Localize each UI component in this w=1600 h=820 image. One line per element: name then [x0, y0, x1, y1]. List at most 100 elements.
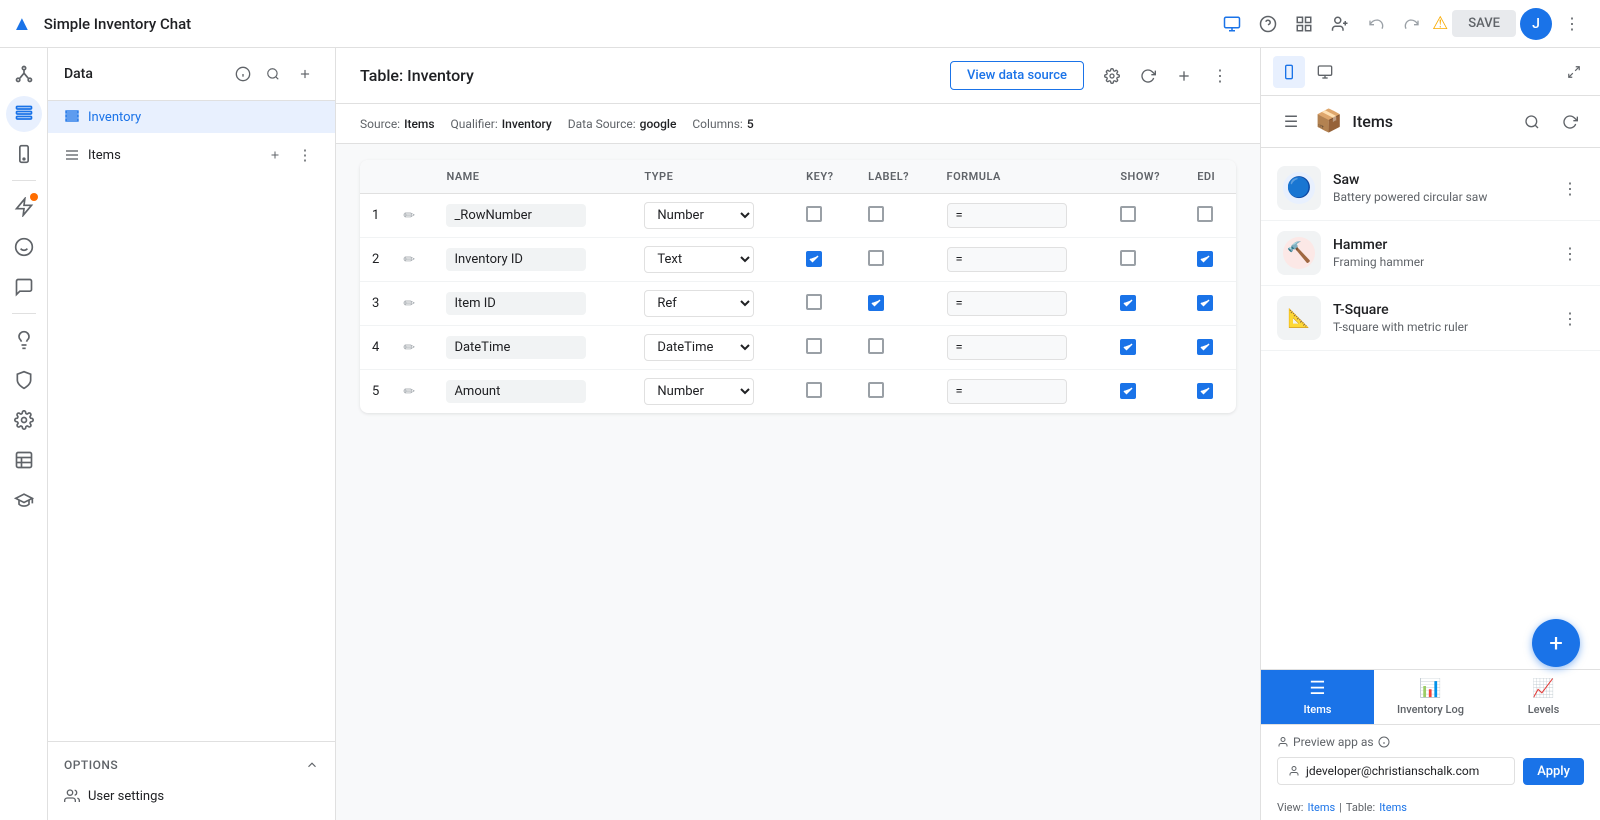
key-checkbox[interactable] — [806, 294, 822, 310]
formula-input[interactable] — [947, 203, 1067, 228]
row-formula[interactable] — [935, 282, 1109, 326]
field-type-select[interactable]: Number Text Ref DateTime — [644, 334, 754, 361]
user-settings-item[interactable]: User settings — [48, 780, 335, 812]
breadcrumb-view-link[interactable]: Items — [1307, 801, 1335, 814]
person-add-icon-btn[interactable] — [1324, 8, 1356, 40]
key-checkbox[interactable] — [806, 206, 822, 222]
field-name-input[interactable] — [446, 248, 586, 271]
rail-settings-icon[interactable] — [6, 402, 42, 438]
row-edit-icon[interactable]: ✏ — [391, 370, 434, 414]
preview-email-display[interactable]: jdeveloper@christianschalk.com — [1277, 757, 1515, 785]
row-label[interactable] — [856, 326, 934, 370]
rail-table-icon[interactable] — [6, 442, 42, 478]
field-type-select[interactable]: Number Text Ref DateTime — [644, 290, 754, 317]
formula-input[interactable] — [947, 291, 1067, 316]
user-avatar[interactable]: J — [1520, 8, 1552, 40]
add-data-button[interactable] — [291, 60, 319, 88]
row-edit-icon[interactable]: ✏ — [391, 282, 434, 326]
add-item-fab[interactable]: + — [1532, 619, 1580, 667]
formula-input[interactable] — [947, 379, 1067, 404]
show-checkbox[interactable] — [1120, 383, 1136, 399]
row-show[interactable] — [1108, 238, 1185, 282]
row-edit-icon[interactable]: ✏ — [391, 194, 434, 238]
show-checkbox[interactable] — [1120, 206, 1136, 222]
expand-panel-btn[interactable] — [1560, 58, 1588, 86]
row-key[interactable] — [794, 194, 856, 238]
search-data-button[interactable] — [259, 60, 287, 88]
row-edi[interactable] — [1185, 326, 1236, 370]
edit-checkbox[interactable] — [1197, 251, 1213, 267]
show-checkbox[interactable] — [1120, 295, 1136, 311]
add-column-btn[interactable] — [1168, 60, 1200, 92]
more-options-icon-btn[interactable]: ⋮ — [1556, 8, 1588, 40]
breadcrumb-table-link[interactable]: Items — [1379, 801, 1407, 814]
undo-icon-btn[interactable] — [1360, 8, 1392, 40]
monitor-icon-btn[interactable] — [1216, 8, 1248, 40]
tab-items[interactable]: ☰ Items — [1261, 670, 1374, 724]
row-label[interactable] — [856, 194, 934, 238]
rail-data-icon[interactable] — [6, 96, 42, 132]
rail-mobile-icon[interactable] — [6, 136, 42, 172]
row-edi[interactable] — [1185, 238, 1236, 282]
field-type-select[interactable]: Number Text Ref DateTime — [644, 378, 754, 405]
label-checkbox[interactable] — [868, 295, 884, 311]
help-icon-btn[interactable] — [1252, 8, 1284, 40]
row-key[interactable] — [794, 238, 856, 282]
grid-icon-btn[interactable] — [1288, 8, 1320, 40]
formula-input[interactable] — [947, 247, 1067, 272]
edit-checkbox[interactable] — [1197, 383, 1213, 399]
rail-grad-icon[interactable] — [6, 482, 42, 518]
more-items-button[interactable]: ⋮ — [291, 141, 319, 169]
label-checkbox[interactable] — [868, 250, 884, 266]
mobile-view-btn[interactable] — [1273, 56, 1305, 88]
row-name[interactable] — [434, 194, 632, 238]
rail-lightning-icon[interactable] — [6, 189, 42, 225]
panel-search-btn[interactable] — [1518, 108, 1546, 136]
field-name-input[interactable] — [446, 380, 586, 403]
rail-chat-icon[interactable] — [6, 269, 42, 305]
edit-checkbox[interactable] — [1197, 295, 1213, 311]
list-item[interactable]: 🔵 Saw Battery powered circular saw ⋮ — [1261, 156, 1600, 221]
row-name[interactable] — [434, 238, 632, 282]
key-checkbox[interactable] — [806, 382, 822, 398]
add-items-button[interactable] — [261, 141, 289, 169]
row-show[interactable] — [1108, 370, 1185, 414]
key-checkbox[interactable] — [806, 251, 822, 267]
rail-face-icon[interactable] — [6, 229, 42, 265]
row-edi[interactable] — [1185, 194, 1236, 238]
refresh-btn[interactable] — [1132, 60, 1164, 92]
row-label[interactable] — [856, 370, 934, 414]
field-type-select[interactable]: Number Text Ref DateTime — [644, 246, 754, 273]
formula-input[interactable] — [947, 335, 1067, 360]
row-show[interactable] — [1108, 326, 1185, 370]
row-formula[interactable] — [935, 238, 1109, 282]
tab-inventory-log[interactable]: 📊 Inventory Log — [1374, 670, 1487, 724]
row-name[interactable] — [434, 282, 632, 326]
tab-levels[interactable]: 📈 Levels — [1487, 670, 1600, 724]
redo-icon-btn[interactable] — [1396, 8, 1428, 40]
row-type[interactable]: Number Text Ref DateTime — [632, 194, 794, 238]
label-checkbox[interactable] — [868, 206, 884, 222]
label-checkbox[interactable] — [868, 382, 884, 398]
panel-refresh-btn[interactable] — [1556, 108, 1584, 136]
row-formula[interactable] — [935, 326, 1109, 370]
row-show[interactable] — [1108, 282, 1185, 326]
row-formula[interactable] — [935, 370, 1109, 414]
edit-checkbox[interactable] — [1197, 206, 1213, 222]
datasource-settings-btn[interactable] — [1096, 60, 1128, 92]
edit-checkbox[interactable] — [1197, 339, 1213, 355]
rail-shield-icon[interactable] — [6, 362, 42, 398]
view-datasource-button[interactable]: View data source — [950, 61, 1084, 90]
save-button[interactable]: SAVE — [1452, 10, 1516, 37]
row-name[interactable] — [434, 370, 632, 414]
row-edit-icon[interactable]: ✏ — [391, 326, 434, 370]
key-checkbox[interactable] — [806, 338, 822, 354]
item-more-btn[interactable]: ⋮ — [1556, 304, 1584, 332]
apply-button[interactable]: Apply — [1523, 758, 1584, 785]
panel-menu-btn[interactable]: ☰ — [1277, 108, 1305, 136]
row-edit-icon[interactable]: ✏ — [391, 238, 434, 282]
more-table-btn[interactable]: ⋮ — [1204, 60, 1236, 92]
rail-workflow-icon[interactable] — [6, 56, 42, 92]
item-more-btn[interactable]: ⋮ — [1556, 239, 1584, 267]
row-key[interactable] — [794, 370, 856, 414]
